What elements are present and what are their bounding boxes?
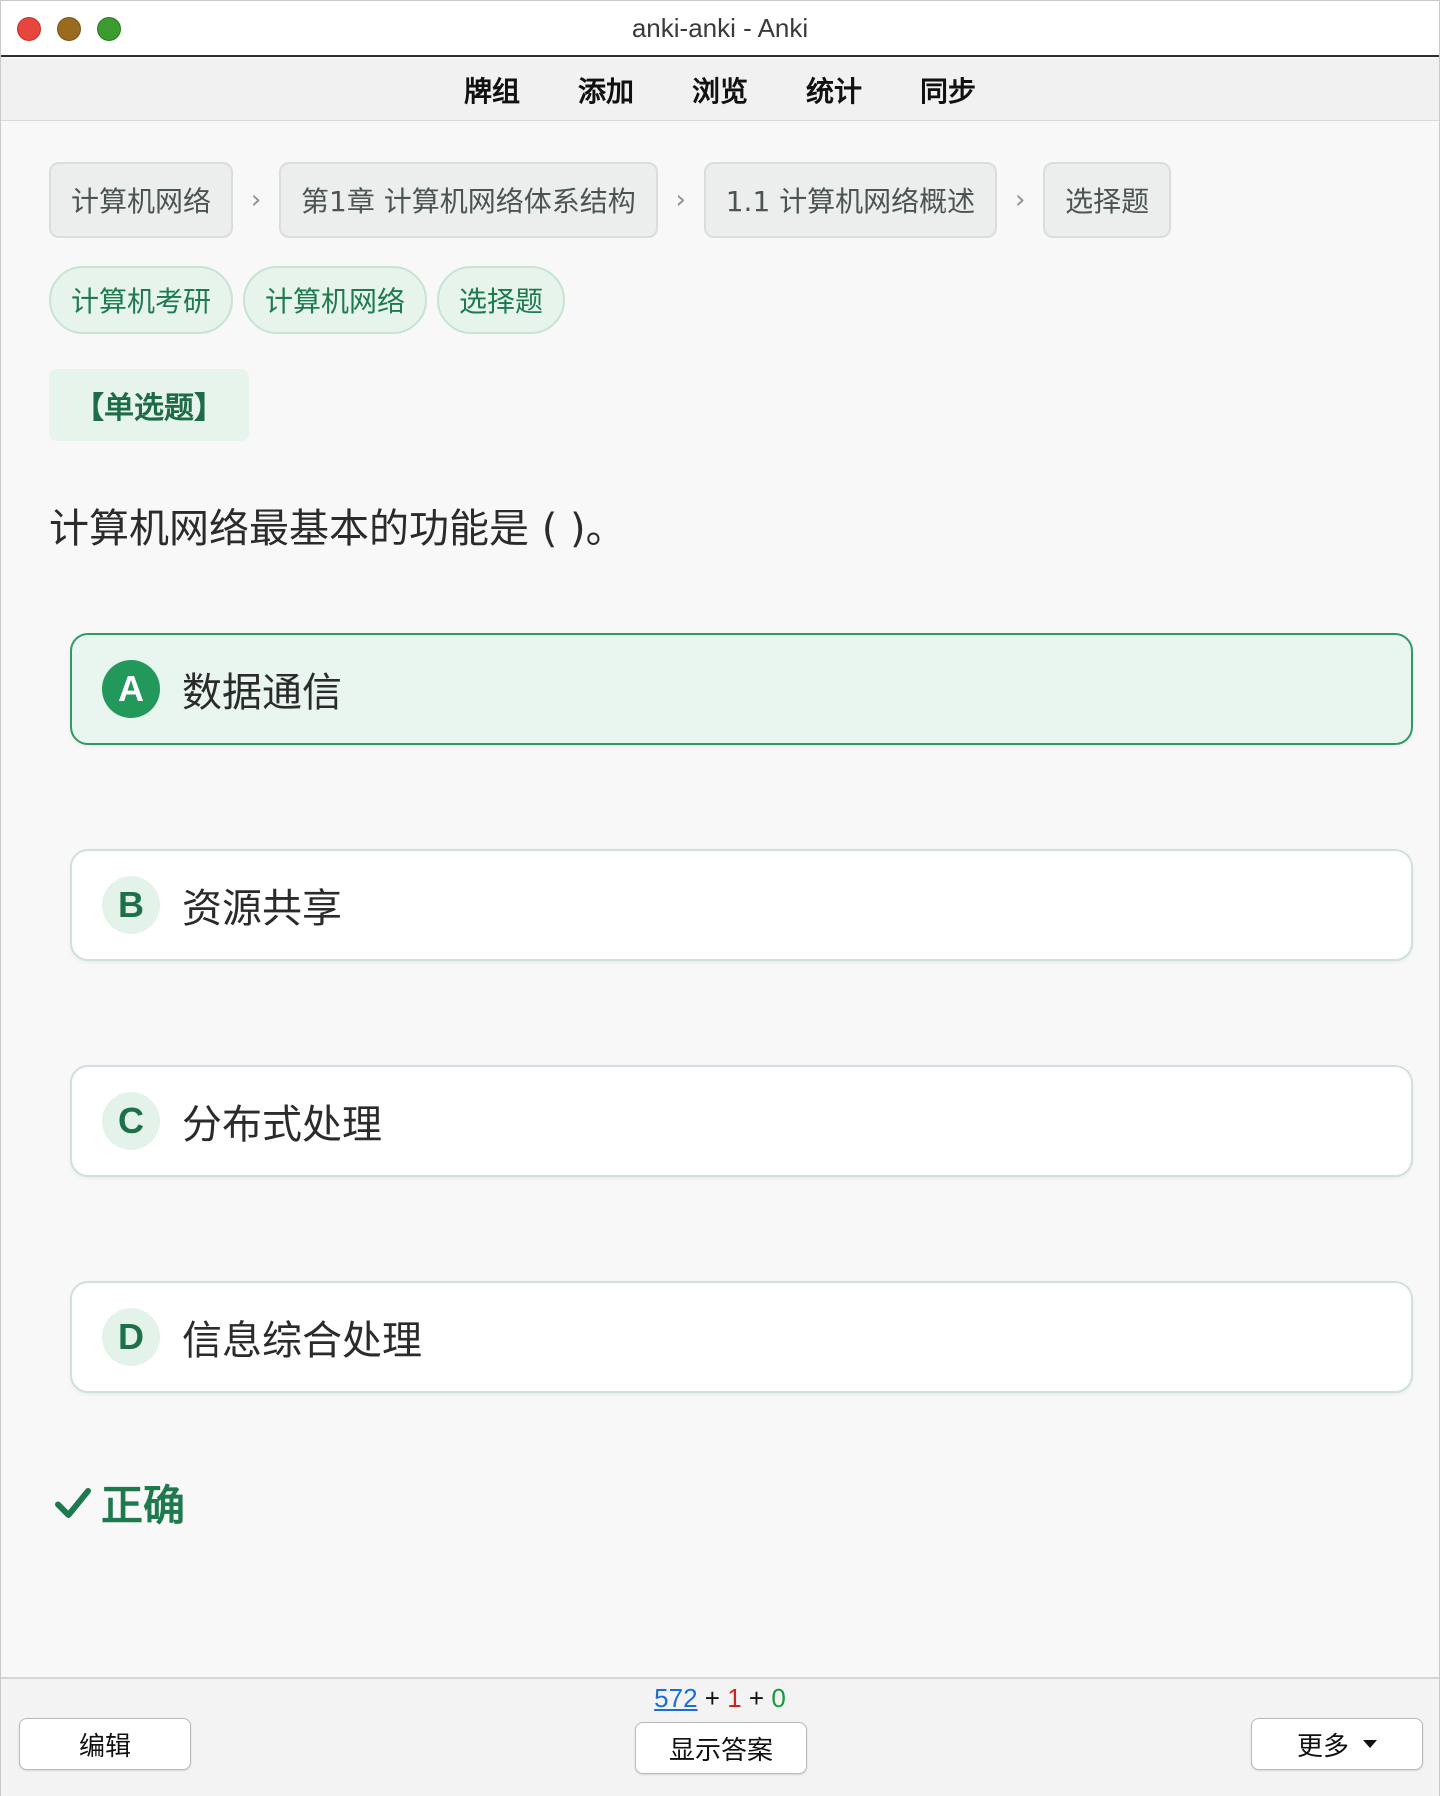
menu-item-browse[interactable]: 浏览 [663,70,777,110]
due-counts: 572 + 1 + 0 [1,1683,1439,1714]
question-text: 计算机网络最基本的功能是 ( )。 [49,506,626,552]
tag-chip: 计算机考研 [49,266,234,334]
tag-chip: 选择题 [437,266,566,334]
option-letter-badge: B [102,876,160,934]
menu-item-add[interactable]: 添加 [549,70,663,110]
new-count[interactable]: 572 [654,1683,697,1713]
more-button-label: 更多 [1296,1731,1349,1762]
option-d[interactable]: D 信息综合处理 [70,1281,1413,1393]
main-toolbar: 牌组 添加 浏览 统计 同步 [1,59,1439,121]
breadcrumb-item: 计算机网络 [49,162,234,238]
option-letter-badge: A [102,660,160,718]
count-plus: + [704,1683,720,1713]
bottom-bar: 572 + 1 + 0 编辑 显示答案 更多 [1,1677,1439,1796]
option-text: 分布式处理 [182,1102,382,1148]
edit-button[interactable]: 编辑 [19,1718,191,1770]
anki-window: anki-anki - Anki 牌组 添加 浏览 统计 同步 计算机网络 › … [0,0,1440,1796]
menu-item-sync[interactable]: 同步 [891,70,1005,110]
result-indicator: 正确 [55,1472,185,1533]
option-text: 数据通信 [182,670,342,716]
result-text: 正确 [101,1481,186,1530]
tag-chip: 计算机网络 [243,266,428,334]
option-c[interactable]: C 分布式处理 [70,1065,1413,1177]
breadcrumb-separator: › [1014,185,1026,215]
checkmark-icon [55,1487,91,1518]
menu-item-decks[interactable]: 牌组 [435,70,549,110]
window-title: anki-anki - Anki [631,13,809,43]
breadcrumb: 计算机网络 › 第1章 计算机网络体系结构 › 1.1 计算机网络概述 › 选择… [49,162,1172,238]
breadcrumb-separator: › [250,185,262,215]
show-answer-button[interactable]: 显示答案 [635,1722,807,1774]
menu-item-stats[interactable]: 统计 [777,70,891,110]
option-letter-badge: C [102,1092,160,1150]
title-bar: anki-anki - Anki [1,1,1439,57]
option-a[interactable]: A 数据通信 [70,633,1413,745]
option-b[interactable]: B 资源共享 [70,849,1413,961]
breadcrumb-separator: › [675,185,686,215]
chevron-down-icon [1363,1740,1377,1748]
option-letter-badge: D [102,1308,160,1366]
learn-count: 1 [727,1683,742,1713]
review-count: 0 [771,1683,786,1713]
option-text: 资源共享 [182,886,342,932]
breadcrumb-item: 第1章 计算机网络体系结构 [279,162,658,238]
breadcrumb-item: 选择题 [1043,162,1172,238]
option-text: 信息综合处理 [182,1318,422,1364]
count-plus: + [748,1683,765,1713]
more-button[interactable]: 更多 [1251,1718,1423,1770]
breadcrumb-item: 1.1 计算机网络概述 [703,162,998,238]
tag-list: 计算机考研 计算机网络 选择题 [49,266,566,334]
question-type-badge: 【单选题】 [49,369,249,441]
card-content: 计算机网络 › 第1章 计算机网络体系结构 › 1.1 计算机网络概述 › 选择… [1,122,1439,1677]
